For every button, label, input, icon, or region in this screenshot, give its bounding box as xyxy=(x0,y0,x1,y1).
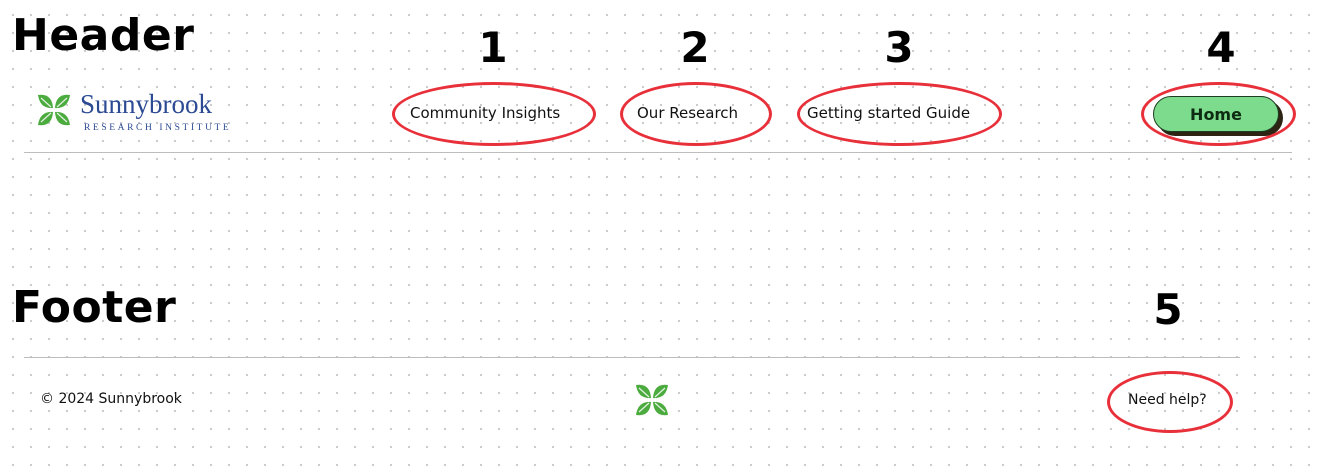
nav-our-research[interactable]: Our Research xyxy=(637,104,738,122)
sunnybrook-logo[interactable]: Sunnybrook RESEARCH INSTITUTE xyxy=(36,89,232,133)
header-section-label: Header xyxy=(12,10,195,61)
need-help-link[interactable]: Need help? xyxy=(1128,392,1207,408)
footer-section-label: Footer xyxy=(12,282,177,333)
leaf-cluster-icon xyxy=(38,94,70,126)
nav-getting-started-guide[interactable]: Getting started Guide xyxy=(807,104,970,122)
footer-divider xyxy=(24,357,1240,358)
leaf-cluster-icon xyxy=(636,384,668,416)
nav-community-insights[interactable]: Community Insights xyxy=(410,104,560,122)
logo-name: Sunnybrook xyxy=(80,89,213,119)
annotation-number-4: 4 xyxy=(1206,23,1236,72)
home-button[interactable]: Home xyxy=(1153,96,1279,132)
header-divider xyxy=(24,152,1292,153)
logo-subtitle: RESEARCH INSTITUTE xyxy=(84,123,232,133)
annotation-number-1: 1 xyxy=(478,23,508,72)
annotation-number-5: 5 xyxy=(1153,285,1183,334)
annotation-number-2: 2 xyxy=(680,23,710,72)
annotation-number-3: 3 xyxy=(884,23,914,72)
footer-copyright: © 2024 Sunnybrook xyxy=(40,391,182,407)
